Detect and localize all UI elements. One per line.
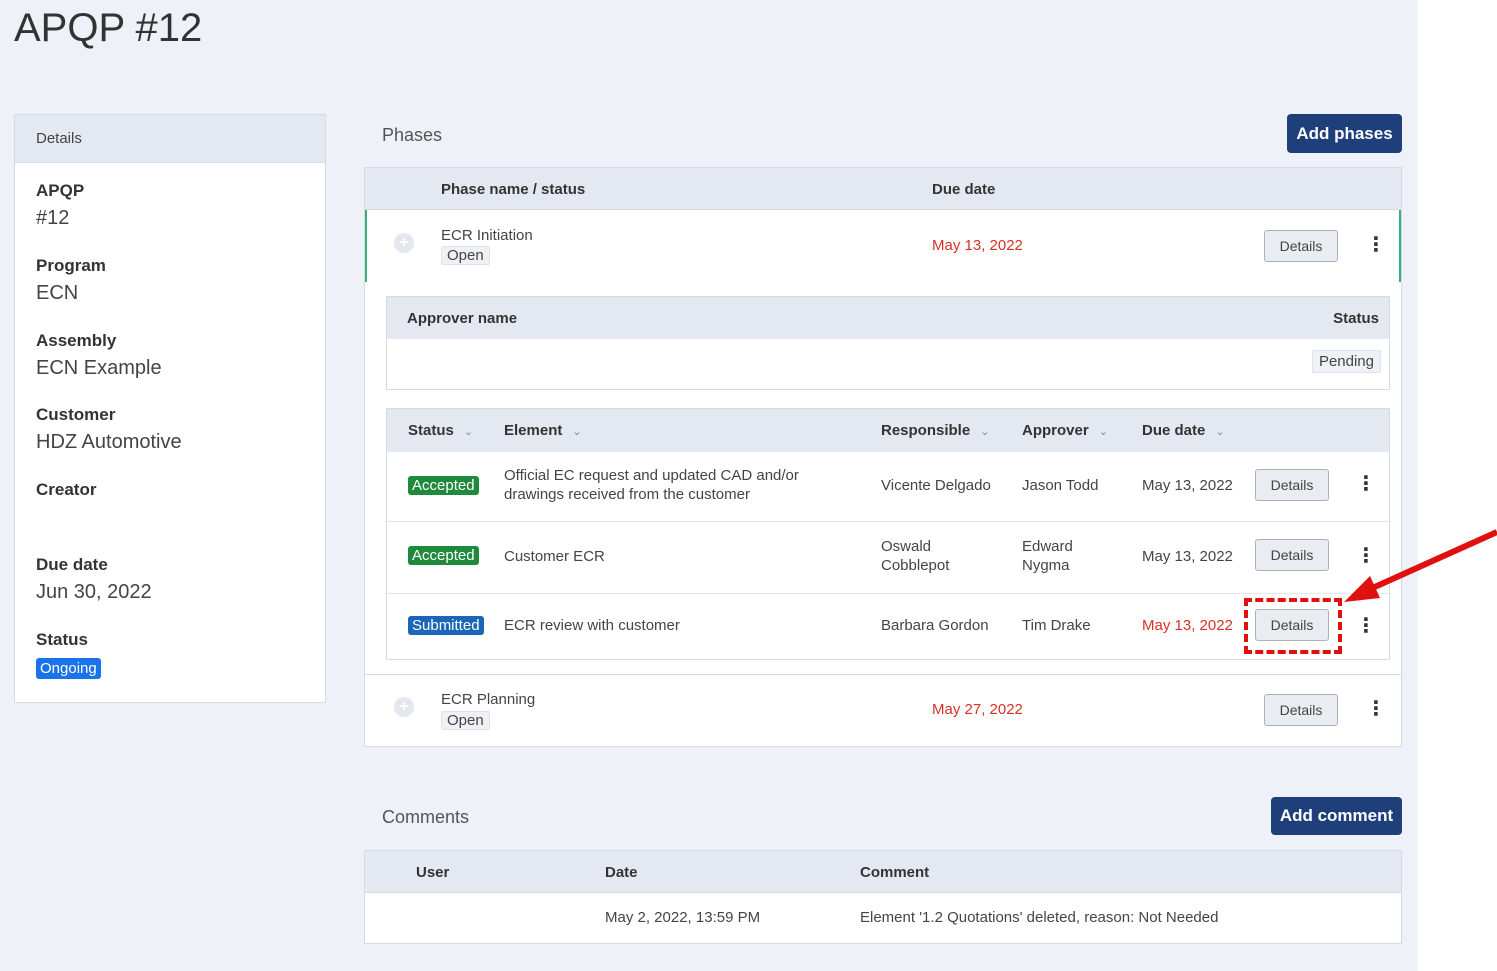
column-label: Approver <box>1022 422 1089 439</box>
kebab-menu-icon[interactable]: ⋮ <box>1356 474 1376 494</box>
kebab-menu-icon[interactable]: ⋮ <box>1366 235 1386 255</box>
field-label: Due date <box>36 555 108 574</box>
phase-row: + ECR Planning Open May 27, 2022 Details… <box>365 674 1401 746</box>
phase-status-tag: Open <box>441 711 490 730</box>
column-phase-name: Phase name / status <box>441 181 586 198</box>
column-date: Date <box>605 864 638 881</box>
status-badge: Accepted <box>408 476 479 495</box>
element-name: ECR review with customer <box>504 617 680 634</box>
field-due-date: Due date Jun 30, 2022 <box>36 555 152 604</box>
element-name: Official EC request and updated CAD and/… <box>504 467 799 503</box>
status-badge: Ongoing <box>36 658 101 679</box>
page-title: APQP #12 <box>14 6 203 50</box>
comment-text: Element '1.2 Quotations' deleted, reason… <box>860 909 1219 926</box>
comment-date: May 2, 2022, 13:59 PM <box>605 909 761 926</box>
field-label: Status <box>36 630 88 649</box>
approver-name: Jason Todd <box>1022 477 1099 494</box>
kebab-menu-icon[interactable]: ⋮ <box>1366 699 1386 719</box>
chevron-down-icon: ⌄ <box>572 426 582 438</box>
phase-due-date: May 13, 2022 <box>932 237 1023 254</box>
field-value: Jun 30, 2022 <box>36 581 152 603</box>
elements-table-header: Status ⌄ Element ⌄ Responsible ⌄ Approver ⌄ … <box>387 409 1389 451</box>
responsible-name: Barbara Gordon <box>881 617 989 634</box>
chevron-down-icon: ⌄ <box>980 426 990 438</box>
elements-table: Status ⌄ Element ⌄ Responsible ⌄ Approver ⌄ … <box>386 408 1390 660</box>
status-badge: Submitted <box>408 616 484 635</box>
comments-table-header: User Date Comment <box>365 851 1401 893</box>
table-row: Submitted ECR review with customer Barba… <box>387 593 1389 659</box>
approver-card: Approver name Status Pending <box>386 296 1390 390</box>
phase-details-button[interactable]: Details <box>1264 230 1338 262</box>
element-details-button[interactable]: Details <box>1255 469 1329 501</box>
field-program: Program ECN <box>36 256 106 305</box>
phase-status-tag: Open <box>441 246 490 265</box>
column-responsible[interactable]: Responsible ⌄ <box>881 422 989 439</box>
approver-name: Edward Nygma <box>1022 538 1073 574</box>
field-customer: Customer HDZ Automotive <box>36 405 182 454</box>
add-phases-button[interactable]: Add phases <box>1287 114 1402 153</box>
phase-name: ECR Initiation <box>441 227 533 244</box>
column-label: Responsible <box>881 422 971 439</box>
annotation-highlight-box <box>1244 598 1342 654</box>
table-row: Accepted Official EC request and updated… <box>387 451 1389 521</box>
column-approver[interactable]: Approver ⌄ <box>1022 422 1108 439</box>
phase-details-button[interactable]: Details <box>1264 694 1338 726</box>
element-due-date: May 13, 2022 <box>1142 477 1233 494</box>
column-user: User <box>416 864 450 881</box>
phase-due-date: May 27, 2022 <box>932 701 1023 718</box>
column-approver-status: Status <box>1333 310 1379 327</box>
app-page: APQP #12 Details APQP #12 Program ECN As… <box>0 0 1418 971</box>
add-comment-button[interactable]: Add comment <box>1271 797 1402 835</box>
phase-row: + ECR Initiation Open May 13, 2022 Detai… <box>365 210 1401 282</box>
comments-table: User Date Comment May 2, 2022, 13:59 PM … <box>364 850 1402 944</box>
field-label: Assembly <box>36 331 117 350</box>
phases-title: Phases <box>382 125 443 145</box>
column-due-date[interactable]: Due date ⌄ <box>1142 422 1225 439</box>
field-label: APQP <box>36 181 85 200</box>
responsible-name: Oswald Cobblepot <box>881 538 950 574</box>
column-due-date: Due date <box>932 181 996 198</box>
column-label: Due date <box>1142 422 1206 439</box>
chevron-down-icon: ⌄ <box>1215 426 1225 438</box>
approver-name: Tim Drake <box>1022 617 1091 634</box>
phases-table-header: Phase name / status Due date <box>365 168 1401 210</box>
approver-header: Approver name Status <box>387 297 1389 339</box>
chevron-down-icon: ⌄ <box>463 426 474 438</box>
column-approver-name: Approver name <box>407 310 518 327</box>
element-name: Customer ECR <box>504 548 605 565</box>
details-card-header: Details <box>15 115 325 163</box>
details-card: Details APQP #12 Program ECN Assembly EC… <box>14 114 326 703</box>
chevron-down-icon: ⌄ <box>1098 426 1108 438</box>
field-assembly: Assembly ECN Example <box>36 331 162 380</box>
field-label: Creator <box>36 480 97 499</box>
field-creator: Creator <box>36 480 96 506</box>
column-label: Status <box>408 422 454 439</box>
column-element[interactable]: Element ⌄ <box>504 422 582 439</box>
column-status[interactable]: Status ⌄ <box>408 422 473 439</box>
field-label: Program <box>36 256 106 275</box>
field-status: Status Ongoing <box>36 630 101 679</box>
element-details-button[interactable]: Details <box>1255 539 1329 571</box>
plus-circle-icon[interactable]: + <box>394 697 414 717</box>
plus-circle-icon[interactable]: + <box>394 233 414 253</box>
field-value: ECN Example <box>36 357 162 379</box>
element-due-date: May 13, 2022 <box>1142 548 1233 565</box>
field-value: #12 <box>36 207 70 229</box>
comments-title: Comments <box>382 807 470 827</box>
field-apqp: APQP #12 <box>36 181 84 230</box>
approval-status-tag: Pending <box>1311 350 1381 373</box>
column-comment: Comment <box>860 864 930 881</box>
phases-table: Phase name / status Due date + ECR Initi… <box>364 167 1402 747</box>
column-label: Element <box>504 422 563 439</box>
field-value: HDZ Automotive <box>36 431 182 453</box>
responsible-name: Vicente Delgado <box>881 477 991 494</box>
field-label: Customer <box>36 405 116 424</box>
field-value: ECN <box>36 282 79 304</box>
annotation-arrow-icon <box>1344 529 1497 602</box>
status-badge: Accepted <box>408 546 479 565</box>
table-row: Accepted Customer ECR Oswald Cobblepot E… <box>387 521 1389 593</box>
kebab-menu-icon[interactable]: ⋮ <box>1356 616 1376 636</box>
element-due-date: May 13, 2022 <box>1142 617 1233 634</box>
phase-name: ECR Planning <box>441 691 536 708</box>
